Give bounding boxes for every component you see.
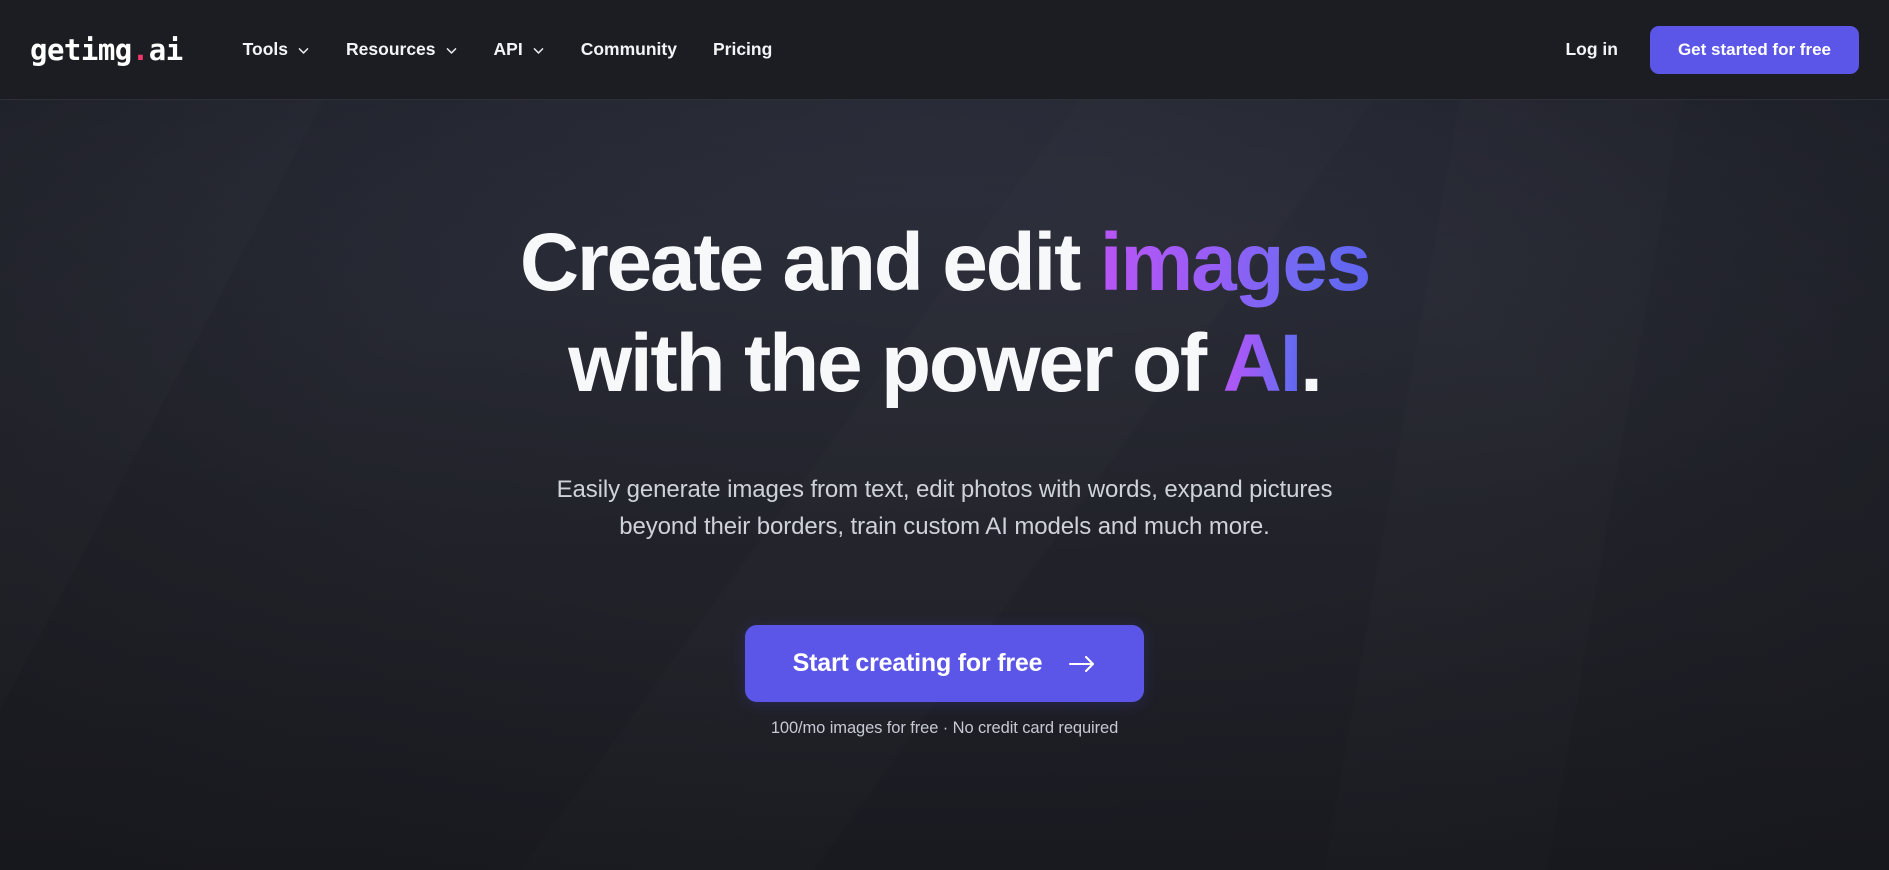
cta-note: 100/mo images for free · No credit card … — [770, 719, 1119, 738]
site-header: getimg.ai Tools Resources API Community … — [0, 0, 1889, 100]
headline-accent-ai: AI — [1222, 318, 1303, 409]
hero-subtitle-line-1: Easily generate images from text, edit p… — [556, 476, 1333, 503]
hero-cta-group: Start creating for free 100/mo images fo… — [744, 625, 1145, 738]
nav-item-label: Tools — [242, 39, 289, 59]
nav-item-label: Community — [580, 39, 677, 59]
headline-line-1: Create and edit images — [520, 222, 1372, 304]
nav-item-label: API — [493, 39, 523, 59]
headline-line-2: with the power of AI. — [520, 323, 1369, 405]
chevron-down-icon — [297, 44, 310, 57]
brand-name-prefix: getimg — [30, 32, 132, 67]
nav-item-resources[interactable]: Resources — [328, 29, 476, 70]
headline-line-2-plain: with the power of — [568, 318, 1223, 409]
nav-item-label: Pricing — [712, 39, 773, 59]
chevron-down-icon — [445, 44, 458, 57]
nav-item-api[interactable]: API — [476, 29, 563, 70]
header-actions: Log in Get started for free — [1559, 25, 1859, 74]
get-started-button[interactable]: Get started for free — [1649, 25, 1859, 74]
headline-period: . — [1300, 318, 1323, 409]
brand-dot: . — [131, 32, 149, 67]
login-link[interactable]: Log in — [1559, 31, 1623, 68]
hero-section: Create and edit images with the power of… — [0, 100, 1889, 870]
brand-logo[interactable]: getimg.ai — [30, 33, 183, 67]
hero-subtitle-line-2: beyond their borders, train custom AI mo… — [619, 513, 1270, 541]
headline-accent-images: images — [1099, 217, 1372, 308]
brand-name-suffix: ai — [148, 32, 183, 67]
nav-item-community[interactable]: Community — [563, 29, 695, 70]
chevron-down-icon — [532, 44, 545, 57]
nav-item-tools[interactable]: Tools — [225, 29, 328, 70]
start-creating-button-label: Start creating for free — [792, 649, 1043, 678]
arrow-right-icon — [1068, 654, 1096, 674]
nav-item-label: Resources — [346, 39, 436, 59]
main-navigation: Tools Resources API Community Pricing — [225, 29, 791, 70]
nav-item-pricing[interactable]: Pricing — [695, 29, 790, 70]
page-title: Create and edit images with the power of… — [520, 222, 1372, 405]
start-creating-button[interactable]: Start creating for free — [744, 625, 1145, 703]
headline-line-1-plain: Create and edit — [519, 217, 1100, 308]
hero-subtitle: Easily generate images from text, edit p… — [557, 471, 1333, 545]
